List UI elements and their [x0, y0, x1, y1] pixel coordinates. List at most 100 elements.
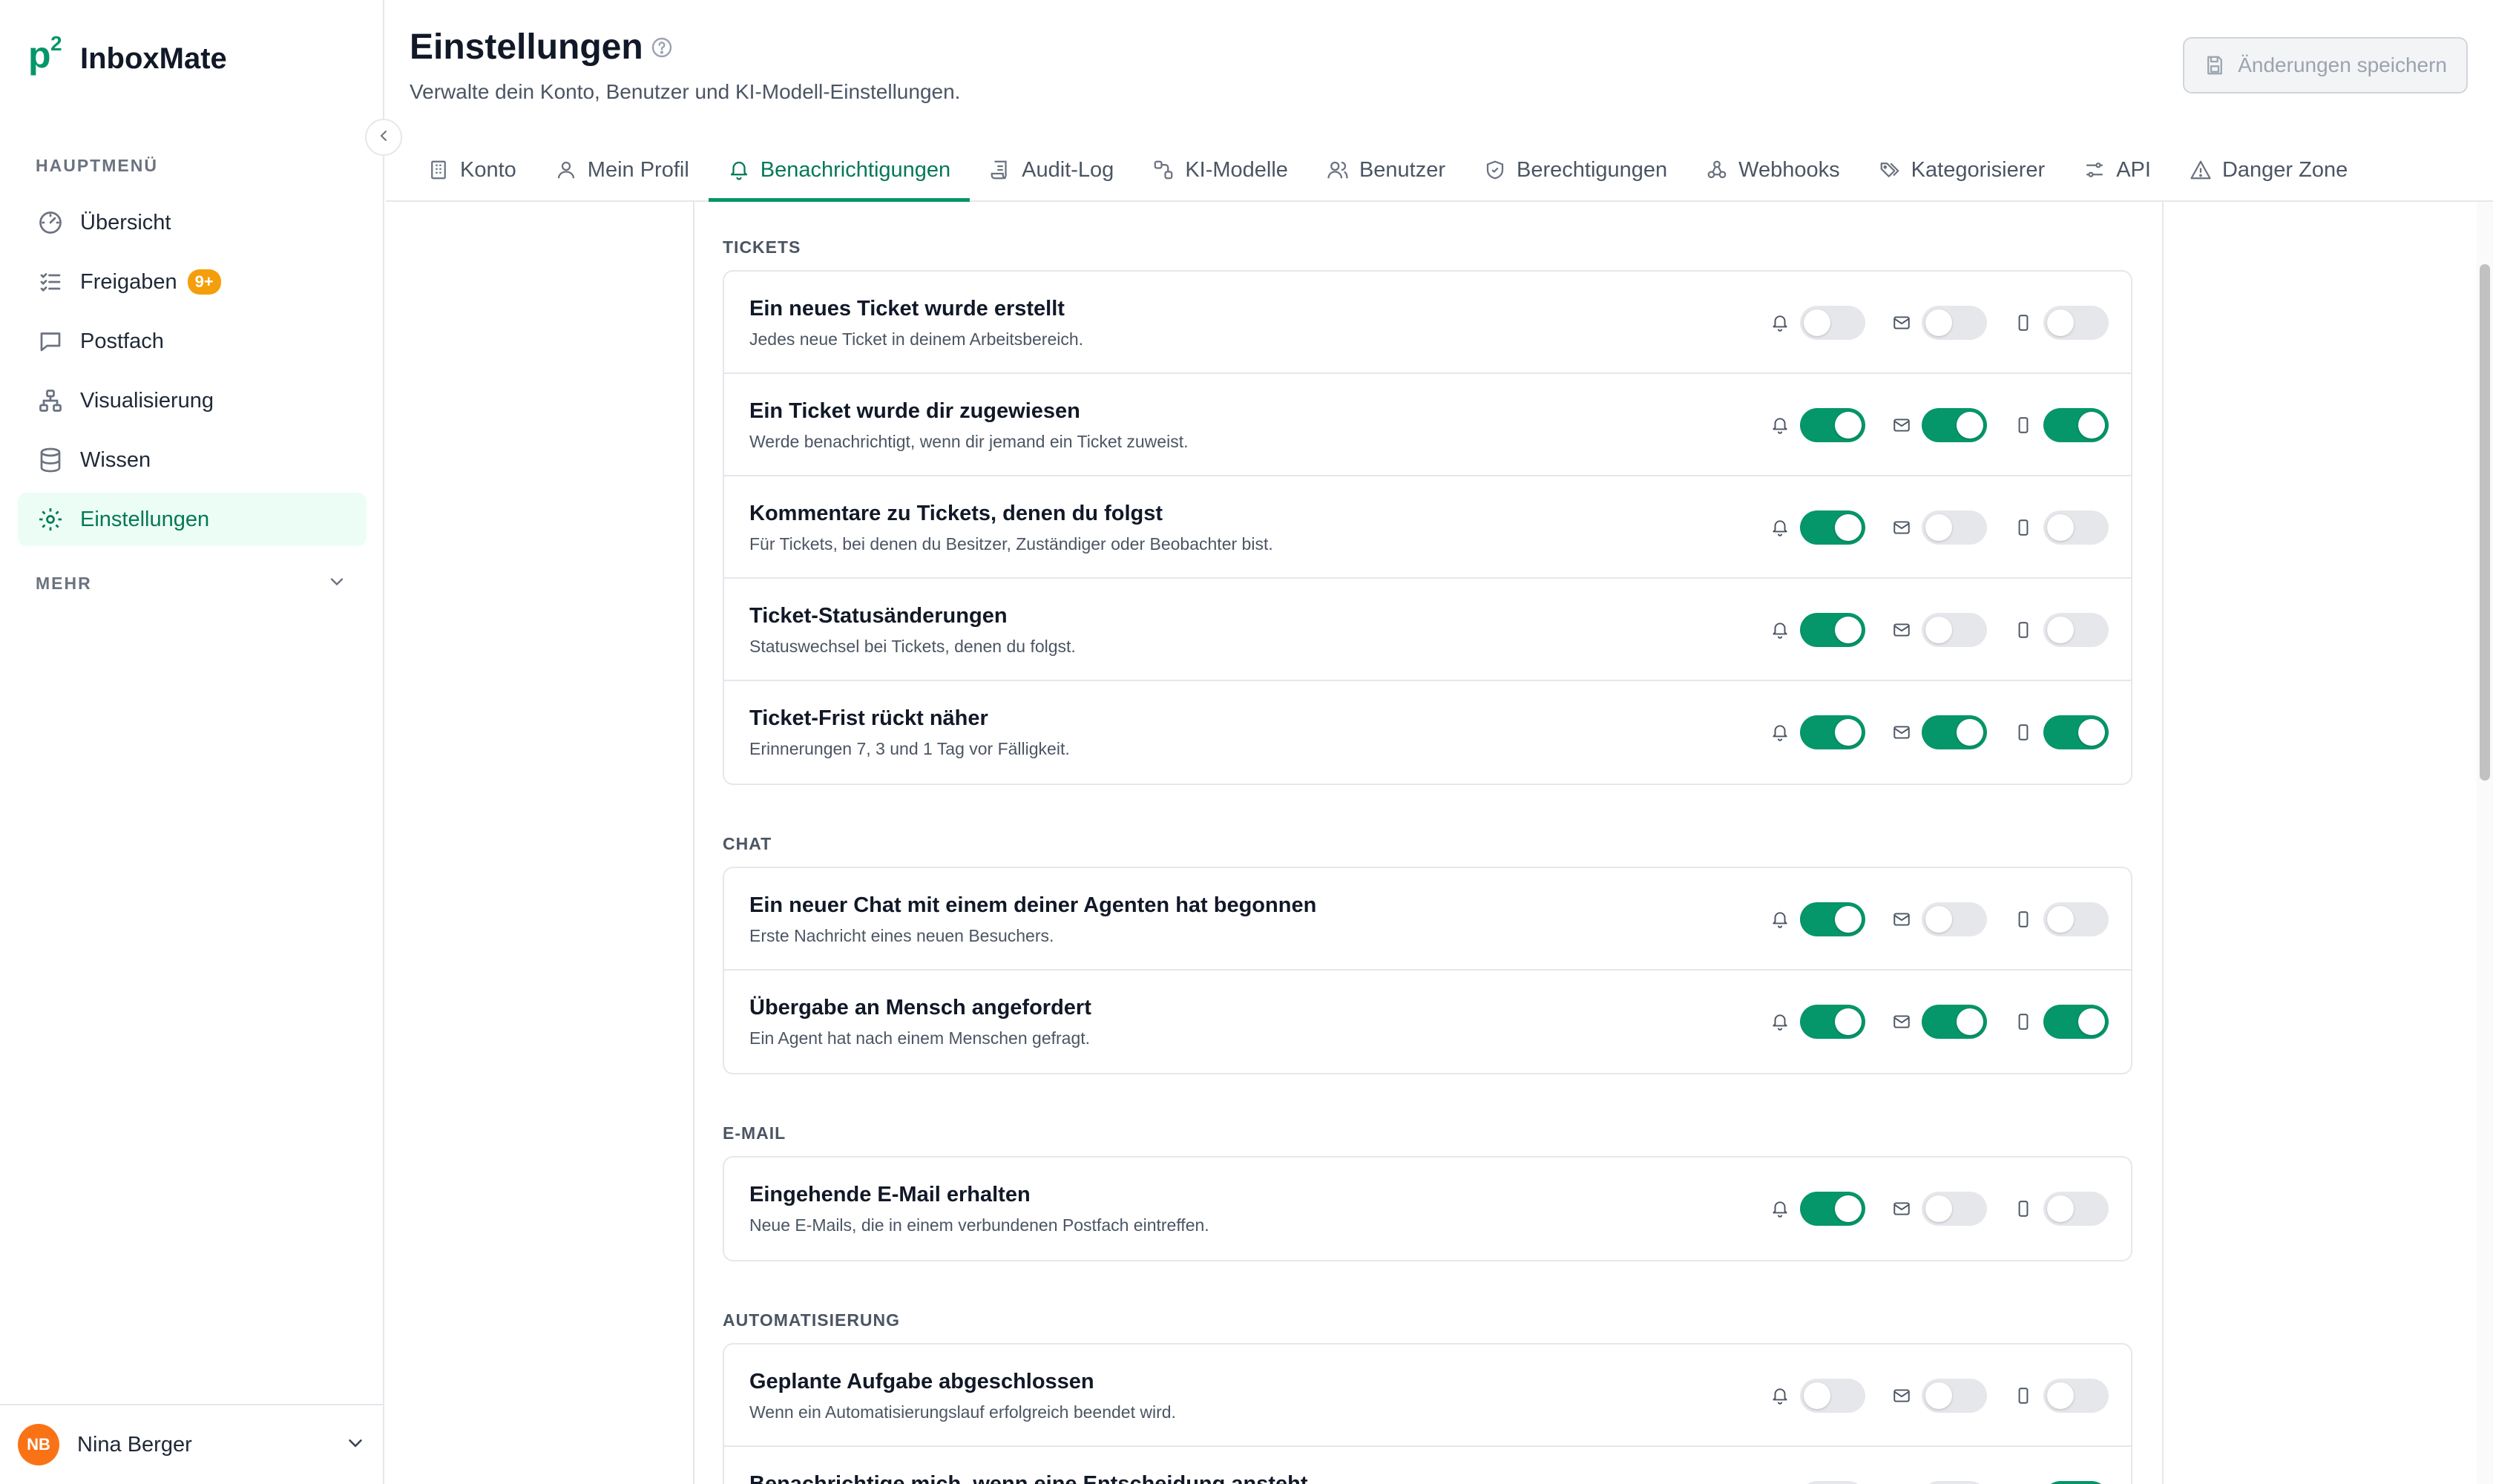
notification-description: Wenn ein Automatisierungslauf erfolgreic…: [749, 1402, 1176, 1422]
notification-description: Neue E-Mails, die in einem verbundenen P…: [749, 1215, 1209, 1235]
notification-channel-controls: [1769, 715, 2109, 749]
help-icon[interactable]: [650, 36, 674, 63]
in-app-toggle[interactable]: [1800, 306, 1865, 340]
sidebar-item-uebersicht[interactable]: Übersicht: [18, 196, 367, 249]
email-toggle[interactable]: [1922, 1481, 1987, 1484]
page-title: Einstellungen: [410, 27, 643, 67]
mobile-toggle[interactable]: [2043, 902, 2109, 936]
notification-title: Kommentare zu Tickets, denen du folgst: [749, 502, 1163, 525]
scrollbar-thumb[interactable]: [2480, 264, 2490, 781]
tab-audit-log[interactable]: Audit-Log: [970, 139, 1133, 200]
in-app-toggle[interactable]: [1800, 1379, 1865, 1413]
save-changes-label: Änderungen speichern: [2238, 53, 2447, 76]
sidebar-item-freigaben[interactable]: Freigaben 9+: [18, 255, 367, 309]
tab-konto[interactable]: Konto: [408, 139, 536, 200]
mobile-icon: [2012, 1385, 2034, 1407]
mail-icon: [1891, 1385, 1913, 1407]
more-section-toggle[interactable]: MEHR: [36, 568, 347, 598]
email-toggle[interactable]: [1922, 715, 1987, 749]
tab-ki-modelle[interactable]: KI-Modelle: [1133, 139, 1307, 200]
notification-row: Ticket-Statusänderungen Statuswechsel bei…: [724, 579, 2131, 681]
mail-icon: [1891, 619, 1913, 641]
hierarchy-icon: [36, 386, 65, 416]
notification-title: Benachrichtige mich, wenn eine Entscheid…: [749, 1472, 1308, 1484]
collapse-sidebar-button[interactable]: [365, 119, 402, 156]
sidebar-item-einstellungen[interactable]: Einstellungen: [18, 493, 367, 546]
in-app-toggle[interactable]: [1800, 1481, 1865, 1484]
sidebar-item-wissen[interactable]: Wissen: [18, 433, 367, 487]
brand[interactable]: p 2 InboxMate: [28, 32, 227, 85]
save-icon: [2204, 54, 2226, 76]
email-toggle[interactable]: [1922, 510, 1987, 545]
email-toggle[interactable]: [1922, 1005, 1987, 1039]
notification-card-email: Eingehende E-Mail erhalten Neue E-Mails, …: [723, 1156, 2132, 1261]
tab-webhooks[interactable]: Webhooks: [1686, 139, 1859, 200]
email-toggle[interactable]: [1922, 1192, 1987, 1226]
gear-icon: [36, 505, 65, 534]
sidebar-item-visualisierung[interactable]: Visualisierung: [18, 374, 367, 427]
in-app-toggle[interactable]: [1800, 613, 1865, 647]
avatar: NB: [18, 1424, 59, 1465]
mobile-toggle[interactable]: [2043, 1192, 2109, 1226]
group-label-chat: CHAT: [723, 834, 772, 853]
gauge-icon: [36, 208, 65, 237]
in-app-toggle[interactable]: [1800, 1005, 1865, 1039]
notification-description: Erste Nachricht eines neuen Besuchers.: [749, 926, 1054, 945]
email-toggle[interactable]: [1922, 408, 1987, 442]
notification-row: Geplante Aufgabe abgeschlossen Wenn ein A…: [724, 1345, 2131, 1447]
bell-icon: [728, 159, 750, 181]
email-toggle[interactable]: [1922, 613, 1987, 647]
mobile-toggle[interactable]: [2043, 715, 2109, 749]
notification-title: Eingehende E-Mail erhalten: [749, 1183, 1031, 1206]
notification-title: Ticket-Frist rückt näher: [749, 706, 988, 730]
bell-icon: [1769, 312, 1791, 334]
notification-title: Ticket-Statusänderungen: [749, 604, 1008, 628]
group-label-email: E-MAIL: [723, 1123, 786, 1143]
mobile-toggle[interactable]: [2043, 1481, 2109, 1484]
mobile-toggle[interactable]: [2043, 1379, 2109, 1413]
mail-icon: [1891, 721, 1913, 743]
email-toggle[interactable]: [1922, 902, 1987, 936]
mobile-toggle[interactable]: [2043, 613, 2109, 647]
sidebar-item-postfach[interactable]: Postfach: [18, 315, 367, 368]
tab-danger-zone[interactable]: Danger Zone: [2170, 139, 2367, 200]
in-app-toggle[interactable]: [1800, 902, 1865, 936]
chevron-down-icon: [344, 1432, 367, 1458]
sidebar-item-label: Freigaben: [80, 269, 177, 294]
email-toggle[interactable]: [1922, 306, 1987, 340]
mobile-toggle[interactable]: [2043, 306, 2109, 340]
bell-icon: [1769, 516, 1791, 539]
mobile-icon: [2012, 1198, 2034, 1220]
tab-benachrichtigungen[interactable]: Benachrichtigungen: [708, 139, 970, 202]
in-app-toggle[interactable]: [1800, 510, 1865, 545]
tab-label: Benachrichtigungen: [760, 157, 951, 182]
tab-api[interactable]: API: [2064, 139, 2170, 200]
notification-title: Ein neues Ticket wurde erstellt: [749, 297, 1065, 321]
mail-icon: [1891, 908, 1913, 930]
notification-title: Ein neuer Chat mit einem deiner Agenten …: [749, 893, 1317, 917]
count-badge: 9+: [187, 269, 221, 295]
checklist-icon: [36, 267, 65, 297]
mobile-icon: [2012, 908, 2034, 930]
mobile-toggle[interactable]: [2043, 408, 2109, 442]
message-icon: [36, 326, 65, 356]
notification-description: Erinnerungen 7, 3 und 1 Tag vor Fälligke…: [749, 739, 1070, 758]
brand-logo-letter: p: [28, 34, 51, 76]
tab-kategorisierer[interactable]: Kategorisierer: [1859, 139, 2065, 200]
notification-row: Ein neues Ticket wurde erstellt Jedes neu…: [724, 272, 2131, 374]
email-toggle[interactable]: [1922, 1379, 1987, 1413]
user-menu[interactable]: NB Nina Berger: [0, 1404, 384, 1484]
in-app-toggle[interactable]: [1800, 408, 1865, 442]
notification-row: Ein Ticket wurde dir zugewiesen Werde ben…: [724, 374, 2131, 476]
tab-mein-profil[interactable]: Mein Profil: [536, 139, 709, 200]
tab-benutzer[interactable]: Benutzer: [1307, 139, 1465, 200]
notification-row: Kommentare zu Tickets, denen du folgst Fü…: [724, 476, 2131, 579]
mobile-toggle[interactable]: [2043, 1005, 2109, 1039]
in-app-toggle[interactable]: [1800, 1192, 1865, 1226]
tab-berechtigungen[interactable]: Berechtigungen: [1465, 139, 1686, 200]
sidebar: p 2 InboxMate HAUPTMENÜ Übersicht Freiga…: [0, 0, 384, 1484]
tab-label: Konto: [460, 157, 516, 182]
in-app-toggle[interactable]: [1800, 715, 1865, 749]
save-changes-button[interactable]: Änderungen speichern: [2183, 37, 2468, 93]
mobile-toggle[interactable]: [2043, 510, 2109, 545]
